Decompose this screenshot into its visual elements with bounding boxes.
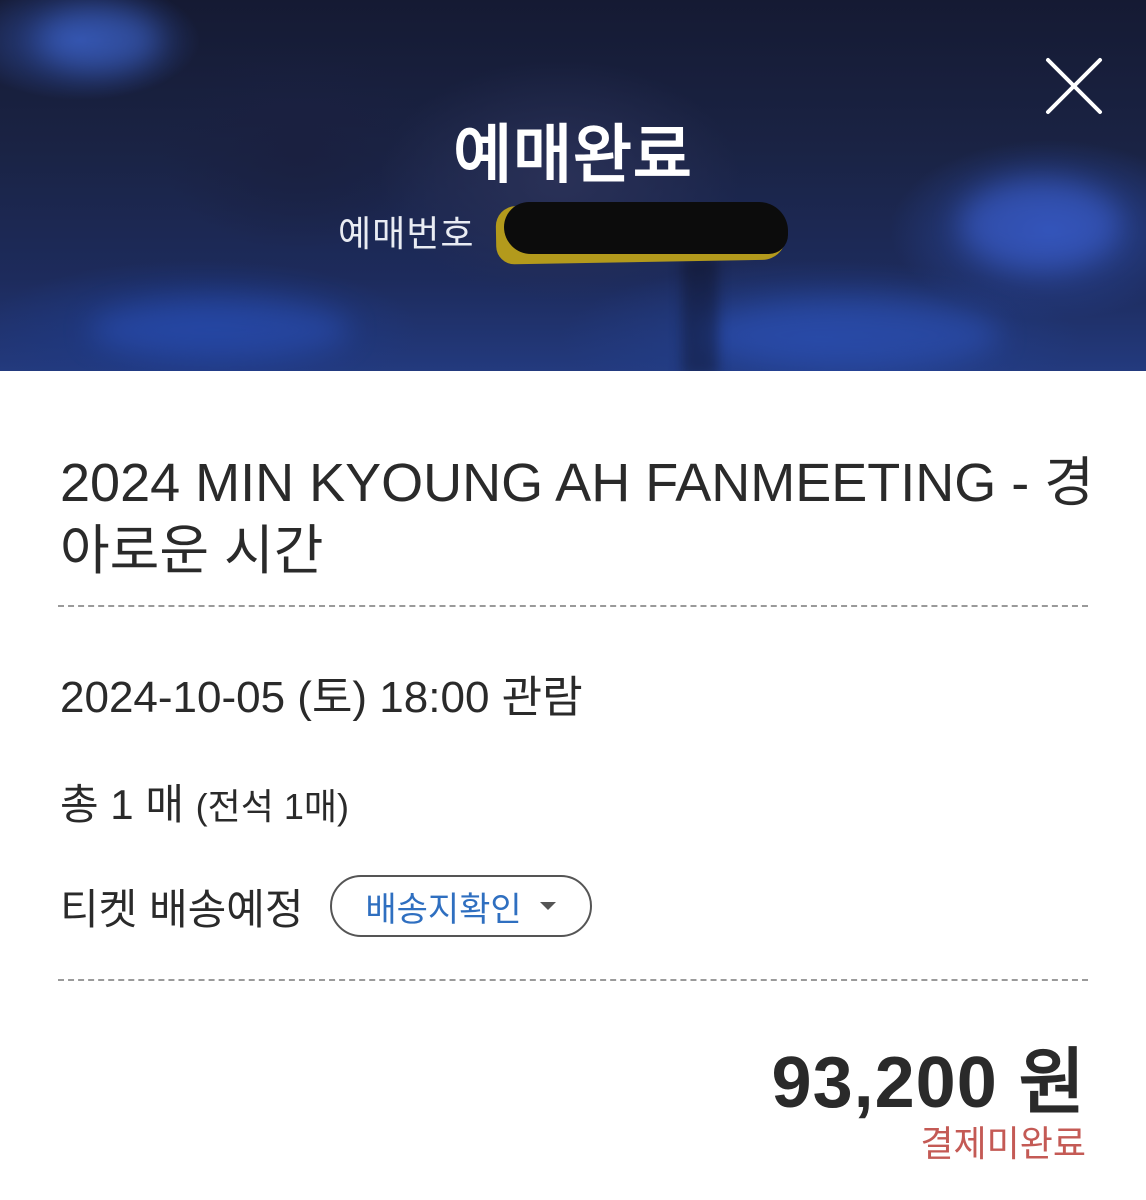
delivery-row: 티켓 배송예정 배송지확인: [60, 871, 592, 941]
check-address-button[interactable]: 배송지확인: [329, 875, 592, 937]
divider: [58, 605, 1088, 607]
redacted-booking-number: [492, 198, 790, 371]
background-blur: [90, 300, 350, 360]
quantity-detail: (전석 1매): [195, 786, 350, 827]
booking-number-label: 예매번호: [338, 214, 475, 255]
close-button[interactable]: [1040, 52, 1108, 120]
booking-number-row: 예매번호: [338, 196, 790, 371]
payment-status: 결제미완료: [920, 1123, 1086, 1164]
ticket-details: 2024 MIN KYOUNG AH FANMEETING - 경아로운 시간 …: [0, 371, 1146, 1200]
ticket-quantity: 총 1 매 (전석 1매): [60, 771, 349, 832]
divider: [58, 979, 1088, 981]
delivery-status: 티켓 배송예정: [60, 885, 304, 933]
close-icon: [1046, 58, 1102, 114]
event-title: 2024 MIN KYOUNG AH FANMEETING - 경아로운 시간: [60, 453, 1094, 581]
page-title: 예매완료: [453, 119, 693, 193]
background-blur: [40, 10, 160, 70]
total-price: 93,200 원: [771, 1043, 1086, 1123]
header-banner: 예매완료 예매번호: [0, 0, 1146, 371]
performance-date: 2024-10-05 (토) 18:00 관람: [60, 673, 583, 722]
check-address-label: 배송지확인: [365, 890, 522, 929]
caret-down-icon: [539, 902, 556, 910]
quantity-total: 총 1 매: [60, 781, 184, 828]
background-blur: [700, 300, 1000, 370]
